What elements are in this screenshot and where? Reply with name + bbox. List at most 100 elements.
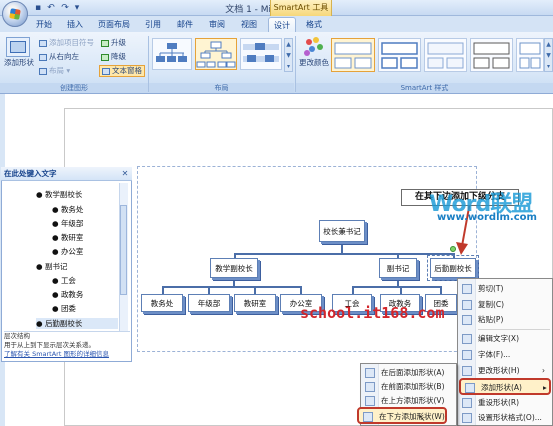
style-thumb-5[interactable] bbox=[516, 38, 544, 72]
text-pane-item[interactable]: ● 教务处 bbox=[52, 204, 83, 215]
layout-thumb-2[interactable] bbox=[195, 38, 237, 70]
layout-thumb-1[interactable] bbox=[152, 38, 192, 70]
add-shape-icon bbox=[465, 383, 475, 393]
smartart-tools-label: SmartArt 工具 bbox=[270, 0, 332, 16]
tab-review[interactable]: 审阅 bbox=[206, 17, 228, 32]
text-pane-icon bbox=[102, 67, 110, 75]
color-palette-icon[interactable] bbox=[304, 37, 326, 57]
text-pane-scroll-thumb[interactable] bbox=[120, 205, 127, 295]
chevron-right-icon: ▸ bbox=[543, 383, 547, 392]
change-shape-menu-item[interactable]: 更改形状(H) › bbox=[458, 363, 552, 379]
org-layout-icon bbox=[156, 43, 187, 62]
connector-line bbox=[162, 286, 302, 288]
promote-icon bbox=[101, 39, 109, 47]
tab-design[interactable]: 设计 bbox=[268, 17, 296, 32]
paste-menu-item[interactable]: 粘贴(P) bbox=[458, 312, 552, 328]
text-pane-item[interactable]: ● 工会 bbox=[52, 275, 76, 286]
text-pane-item[interactable]: ● 年级部 bbox=[52, 218, 83, 229]
reset-shape-icon bbox=[462, 398, 472, 408]
school-watermark: school.it168.com bbox=[300, 304, 445, 322]
org-node-level3[interactable]: 教务处 bbox=[141, 294, 183, 312]
text-pane-item[interactable]: ● 政教务 bbox=[52, 289, 83, 300]
connector-line bbox=[352, 286, 354, 294]
connector-line bbox=[162, 286, 164, 294]
right-to-left-icon bbox=[39, 53, 47, 61]
copy-menu-item[interactable]: 复制(C) bbox=[458, 297, 552, 313]
layouts-group-label: 布局 bbox=[149, 83, 294, 93]
org-node-level3[interactable]: 年级部 bbox=[188, 294, 230, 312]
layout-thumb-3[interactable] bbox=[240, 38, 282, 70]
text-pane-item[interactable]: ● 团委 bbox=[52, 303, 76, 314]
right-to-left-button[interactable]: 从右向左 bbox=[39, 52, 79, 62]
style-preview-icon bbox=[473, 42, 510, 69]
text-pane-item[interactable]: ● 副书记 bbox=[36, 261, 67, 272]
edit-text-menu-item[interactable]: 编辑文字(X) bbox=[458, 331, 552, 347]
tab-insert[interactable]: 插入 bbox=[64, 17, 86, 32]
add-bullet-button[interactable]: 添加项目符号 bbox=[39, 38, 94, 48]
copy-icon bbox=[462, 300, 472, 310]
org-node-top[interactable]: 校长兼书记 bbox=[319, 220, 365, 242]
format-shape-menu-item[interactable]: 设置形状格式(O)... bbox=[458, 410, 552, 426]
tab-view[interactable]: 视图 bbox=[238, 17, 260, 32]
tab-page-layout[interactable]: 页面布局 bbox=[97, 17, 131, 32]
layout-icon bbox=[39, 67, 47, 75]
create-graphic-group-label: 创建图形 bbox=[0, 83, 148, 93]
styles-gallery-scroll[interactable]: ▲ ▼ ▾ bbox=[544, 38, 553, 72]
close-icon[interactable]: ✕ bbox=[120, 168, 130, 179]
demote-icon bbox=[101, 53, 109, 61]
org-node-level2[interactable]: 教学副校长 bbox=[210, 258, 258, 278]
add-shape-below-item[interactable]: 在下方添加形状(W) bbox=[357, 407, 447, 424]
connector-line bbox=[440, 286, 442, 294]
text-pane-item-selected[interactable]: ● 后勤副校长 bbox=[36, 318, 118, 329]
text-pane-item[interactable]: ● 教学副校长 bbox=[36, 189, 82, 200]
promote-button[interactable]: 升级 bbox=[101, 38, 126, 48]
style-thumb-2[interactable] bbox=[378, 38, 421, 72]
mouse-cursor-icon: ↖ bbox=[418, 414, 426, 424]
text-pane-title: 在此处键入文字 bbox=[1, 167, 132, 181]
learn-more-link[interactable]: 了解有关 SmartArt 图形的详细信息 bbox=[4, 350, 109, 358]
add-after-icon bbox=[365, 368, 375, 378]
style-preview-icon bbox=[519, 42, 541, 69]
chevron-right-icon: › bbox=[542, 366, 545, 375]
hierarchy-layout-icon bbox=[196, 41, 236, 68]
text-pane-button[interactable]: 文本窗格 bbox=[99, 65, 145, 77]
layout-name: 层次结构 bbox=[4, 332, 30, 340]
layout-dropdown[interactable]: 布局 ▾ bbox=[39, 66, 70, 76]
org-node-level2-selected[interactable]: 后勤副校长 bbox=[427, 255, 479, 281]
text-pane-item[interactable]: ● 教研室 bbox=[52, 232, 83, 243]
add-shape-icon[interactable] bbox=[6, 37, 30, 57]
add-above-icon bbox=[365, 396, 375, 406]
edit-text-icon bbox=[462, 334, 472, 344]
org-node-level3[interactable]: 教研室 bbox=[234, 294, 276, 312]
connector-line bbox=[254, 286, 256, 294]
add-shape-button[interactable]: 添加形状 bbox=[4, 58, 34, 68]
reset-shape-menu-item[interactable]: 重设形状(R) bbox=[458, 395, 552, 411]
office-button[interactable] bbox=[2, 1, 28, 27]
change-shape-icon bbox=[462, 366, 472, 376]
tab-mailings[interactable]: 邮件 bbox=[174, 17, 196, 32]
add-shape-menu-item[interactable]: 添加形状(A) ▸ bbox=[459, 378, 551, 395]
style-thumb-4[interactable] bbox=[470, 38, 513, 72]
style-thumb-3[interactable] bbox=[424, 38, 467, 72]
smartart-styles-group-label: SmartArt 样式 bbox=[296, 83, 553, 93]
tab-home[interactable]: 开始 bbox=[33, 17, 55, 32]
menu-separator bbox=[478, 329, 550, 330]
style-preview-icon bbox=[381, 42, 418, 69]
change-colors-button[interactable]: 更改颜色 bbox=[299, 58, 329, 68]
connector-line bbox=[208, 286, 210, 294]
text-pane-item[interactable]: ● 办公室 bbox=[52, 246, 83, 257]
cut-menu-item[interactable]: 剪切(T) bbox=[458, 281, 552, 297]
org-node-level2[interactable]: 副书记 bbox=[379, 258, 417, 278]
demote-button[interactable]: 降级 bbox=[101, 52, 126, 62]
bullet-list-icon bbox=[39, 39, 47, 47]
layouts-gallery-scroll[interactable]: ▲ ▼ ▾ bbox=[284, 38, 293, 72]
font-icon bbox=[462, 350, 472, 360]
font-menu-item[interactable]: 字体(F)... bbox=[458, 347, 552, 363]
label-hierarchy-icon bbox=[243, 43, 279, 62]
add-before-icon bbox=[365, 382, 375, 392]
layout-description: 用于从上到下显示层次关系递。 bbox=[4, 341, 95, 349]
style-thumb-1[interactable] bbox=[331, 38, 375, 72]
connector-line bbox=[234, 253, 454, 255]
tab-references[interactable]: 引用 bbox=[142, 17, 164, 32]
tab-format[interactable]: 格式 bbox=[302, 17, 326, 32]
